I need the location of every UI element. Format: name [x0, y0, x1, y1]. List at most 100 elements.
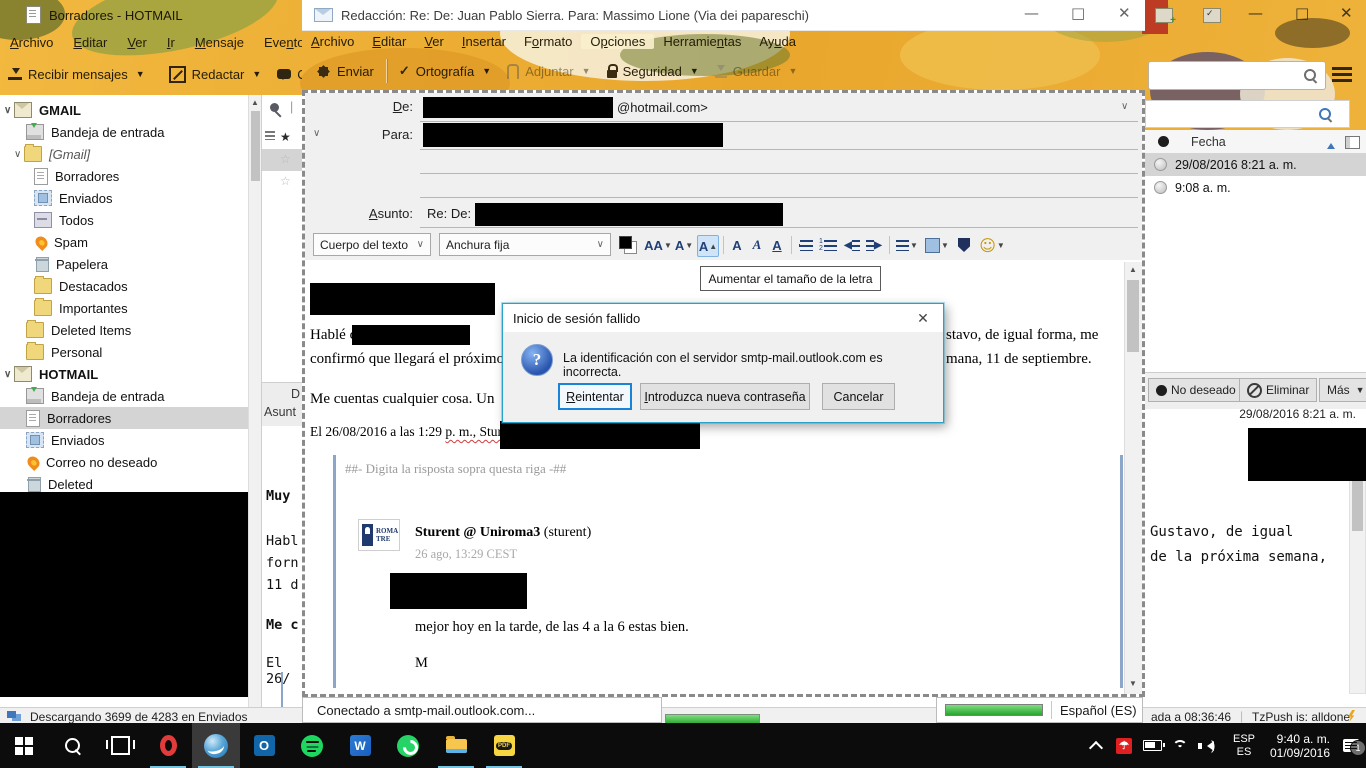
taskbar-search-button[interactable] [48, 723, 96, 768]
new-event-icon[interactable]: + [1155, 8, 1176, 26]
compose-close-button[interactable]: ✕ [1118, 4, 1131, 22]
tray-battery[interactable] [1138, 723, 1166, 768]
bold-icon[interactable]: A [729, 235, 745, 255]
dropdown-arrow-icon[interactable]: ▼ [136, 69, 145, 79]
scroll-down-icon[interactable]: ▼ [1129, 679, 1137, 688]
from-value-suffix[interactable]: @hotmail.com> [617, 100, 708, 115]
dialog-close-button[interactable]: ✕ [903, 304, 943, 332]
security-button[interactable]: Seguridad ▼ [599, 63, 707, 79]
sidebar-folder-inbox-hotmail[interactable]: Bandeja de entrada [0, 385, 248, 407]
taskbar-pdf[interactable]: PDF [480, 723, 528, 768]
sidebar-folder-inbox-gmail[interactable]: Bandeja de entrada [0, 121, 248, 143]
junk-button[interactable]: No deseado [1148, 378, 1244, 402]
taskbar-thunderbird[interactable] [192, 723, 240, 768]
save-button[interactable]: Guardar ▼ [707, 64, 806, 79]
menu-ver[interactable]: Ver [415, 34, 453, 49]
spelling-button[interactable]: ✓ Ortografía ▼ [391, 63, 499, 79]
menu-ayuda[interactable]: Ayuda [750, 34, 805, 49]
sidebar-folder-enviados-gmail[interactable]: Enviados [0, 187, 248, 209]
menu-editar[interactable]: Editar [363, 34, 415, 49]
star-column-icon[interactable]: ★ [280, 130, 291, 144]
action-center-button[interactable]: 1 [1336, 723, 1366, 768]
receive-messages-button[interactable]: Recibir mensajes ▼ [0, 67, 153, 82]
chat-button[interactable]: Charla [269, 67, 302, 82]
dropdown-arrow-icon[interactable]: ▼ [482, 66, 491, 76]
sidebar-folder-enviados-hotmail[interactable]: Enviados [0, 429, 248, 451]
scrollbar-thumb[interactable] [251, 111, 260, 181]
underline-icon[interactable]: A [769, 235, 785, 255]
menu-editar[interactable]: Editar [63, 35, 117, 50]
main-close-button[interactable]: ✕ [1340, 4, 1353, 22]
send-button[interactable]: Enviar [308, 64, 382, 79]
menu-mensaje[interactable]: Mensaje [185, 35, 254, 50]
column-picker-icon[interactable] [1345, 136, 1360, 149]
app-menu-icon[interactable] [1332, 67, 1352, 82]
star-icon[interactable]: ☆ [280, 152, 291, 166]
font-size-icon[interactable]: AA ▼ [644, 235, 672, 255]
thread-column-icon[interactable] [265, 131, 275, 140]
start-button[interactable] [0, 723, 48, 768]
compose-minimize-button[interactable]: — [1024, 4, 1039, 22]
collapse-icon[interactable]: ∨ [4, 105, 14, 116]
menu-archivo[interactable]: Archivo [302, 34, 363, 49]
tray-language[interactable]: ESP ES [1224, 723, 1264, 768]
tray-avira[interactable]: ☂ [1110, 723, 1138, 768]
thread-row[interactable]: ☆ [262, 171, 302, 193]
sidebar-folder-importantes[interactable]: Importantes [0, 297, 248, 319]
menu-ir[interactable]: Ir [157, 35, 185, 50]
taskbar-spotify[interactable] [288, 723, 336, 768]
text-color-picker[interactable] [619, 236, 637, 254]
sidebar-folder-todos[interactable]: Todos [0, 209, 248, 231]
sidebar-folder-borradores-hotmail[interactable]: Borradores [0, 407, 248, 429]
indent-icon[interactable]: ▶ [865, 235, 883, 255]
taskbar-word[interactable]: W [336, 723, 384, 768]
sidebar-account-gmail[interactable]: ∨ GMAIL [0, 99, 248, 121]
subject-prefix[interactable]: Re: De: [427, 206, 471, 221]
junk-status-icon[interactable] [1154, 181, 1167, 194]
dropdown-arrow-icon[interactable]: ▼ [690, 66, 699, 76]
bullet-list-icon[interactable] [797, 235, 815, 255]
alignment-icon[interactable]: ▼ [895, 235, 919, 255]
scroll-up-icon[interactable]: ▲ [251, 98, 259, 107]
sidebar-folder-personal[interactable]: Personal [0, 341, 248, 363]
sidebar-folder-spam[interactable]: Spam [0, 231, 248, 253]
sidebar-folder-papelera[interactable]: Papelera [0, 253, 248, 275]
collapse-icon[interactable]: ∨ [4, 369, 14, 380]
quick-filter-input[interactable] [1145, 100, 1350, 128]
language-indicator[interactable]: Español (ES) [1060, 703, 1137, 718]
sidebar-folder-gmail-root[interactable]: ∨ [Gmail] [0, 143, 248, 165]
italic-icon[interactable]: A [749, 235, 765, 255]
sidebar-folder-correo-no-deseado[interactable]: Correo no deseado [0, 451, 248, 473]
decrease-font-icon[interactable]: A ▼ [675, 235, 693, 255]
date-column-header[interactable]: Fecha [1145, 130, 1366, 154]
numbered-list-icon[interactable]: 12 [819, 235, 837, 255]
tasks-icon[interactable]: ✓ [1203, 8, 1221, 23]
more-button[interactable]: Más ▼ [1319, 378, 1366, 402]
task-view-button[interactable] [96, 723, 144, 768]
increase-font-icon[interactable]: A ▲ [697, 235, 719, 257]
menu-archivo[interactable]: Archivo [0, 35, 63, 50]
menu-eventos[interactable]: Eventos y tareas [254, 35, 302, 50]
pin-icon[interactable] [270, 103, 279, 112]
taskbar-explorer[interactable] [432, 723, 480, 768]
junk-column-icon[interactable] [1158, 136, 1169, 147]
smiley-icon[interactable]: ☺ ▼ [979, 235, 1005, 255]
dropdown-arrow-icon[interactable]: ▼ [252, 69, 261, 79]
attach-button[interactable]: Adjuntar ▼ [499, 63, 598, 79]
compose-maximize-button[interactable]: □ [1071, 4, 1085, 22]
sidebar-folder-borradores-gmail[interactable]: Borradores [0, 165, 248, 187]
font-select[interactable]: Anchura fija ∨ [439, 233, 611, 256]
taskbar-whatsapp[interactable] [384, 723, 432, 768]
sidebar-folder-deleted-items[interactable]: Deleted Items [0, 319, 248, 341]
collapse-icon[interactable]: ∨ [14, 149, 24, 160]
taskbar-outlook[interactable]: O [240, 723, 288, 768]
main-maximize-button[interactable]: □ [1295, 4, 1309, 22]
taskbar-opera[interactable] [144, 723, 192, 768]
delete-button[interactable]: Eliminar [1239, 378, 1318, 402]
anchor-icon[interactable] [955, 235, 973, 255]
cell-color-icon[interactable]: ▼ [925, 235, 949, 255]
chevron-down-icon[interactable]: ∨ [1121, 101, 1128, 112]
menu-opciones[interactable]: Opciones [581, 33, 655, 49]
global-search-input[interactable] [1148, 61, 1326, 90]
compose-scrollbar[interactable]: ▲ ▼ [1124, 262, 1142, 694]
